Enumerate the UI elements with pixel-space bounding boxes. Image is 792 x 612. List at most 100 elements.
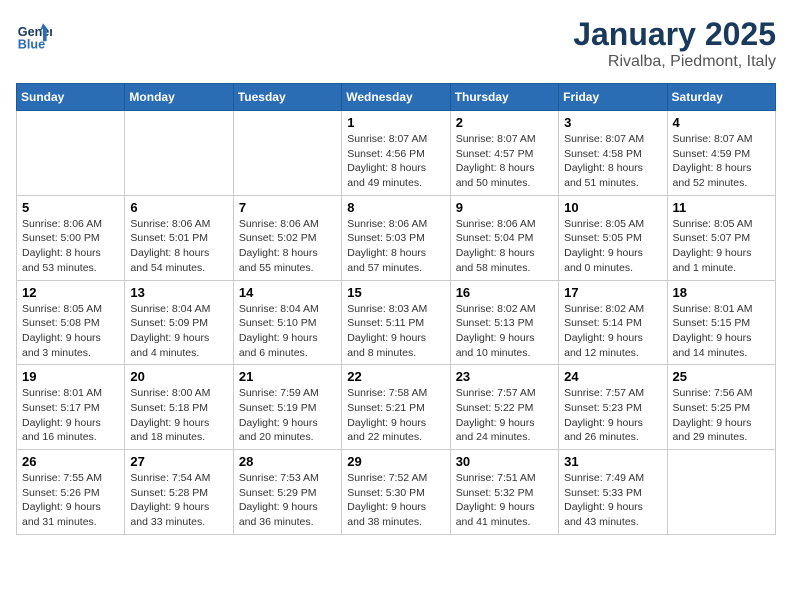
- day-info: Sunrise: 8:04 AM Sunset: 5:09 PM Dayligh…: [130, 302, 227, 361]
- day-number: 30: [456, 454, 553, 469]
- calendar-day-28: 28 Sunrise: 7:53 AM Sunset: 5:29 PM Dayli…: [233, 450, 341, 535]
- calendar-day-31: 31Sunrise: 7:49 AM Sunset: 5:33 PM Dayli…: [559, 450, 667, 535]
- day-number: 20: [130, 369, 227, 384]
- calendar-day-26: 26Sunrise: 7:55 AM Sunset: 5:26 PM Dayli…: [17, 450, 125, 535]
- logo: General Blue: [16, 16, 52, 52]
- day-number: 23: [456, 369, 553, 384]
- calendar-day-15: 15 Sunrise: 8:03 AM Sunset: 5:11 PM Dayli…: [342, 280, 450, 365]
- calendar-day-20: 20 Sunrise: 8:00 AM Sunset: 5:18 PM Dayli…: [125, 365, 233, 450]
- day-info: Sunrise: 7:58 AM Sunset: 5:21 PM Dayligh…: [347, 386, 444, 445]
- calendar-day-17: 17 Sunrise: 8:02 AM Sunset: 5:14 PM Dayli…: [559, 280, 667, 365]
- day-number: 6: [130, 200, 227, 215]
- calendar-day-30: 30 Sunrise: 7:51 AM Sunset: 5:32 PM Dayli…: [450, 450, 558, 535]
- col-header-monday: Monday: [125, 84, 233, 111]
- day-info: Sunrise: 7:55 AM Sunset: 5:26 PM Dayligh…: [22, 471, 119, 530]
- location: Rivalba, Piedmont, Italy: [573, 53, 776, 71]
- day-number: 4: [673, 115, 770, 130]
- calendar-day-24: 24 Sunrise: 7:57 AM Sunset: 5:23 PM Dayli…: [559, 365, 667, 450]
- logo-icon: General Blue: [16, 16, 52, 52]
- calendar-empty-cell: [233, 111, 341, 196]
- day-number: 16: [456, 285, 553, 300]
- calendar-day-21: 21 Sunrise: 7:59 AM Sunset: 5:19 PM Dayli…: [233, 365, 341, 450]
- day-number: 22: [347, 369, 444, 384]
- day-info: Sunrise: 8:05 AM Sunset: 5:07 PM Dayligh…: [673, 217, 770, 276]
- title-block: January 2025 Rivalba, Piedmont, Italy: [573, 16, 776, 71]
- col-header-wednesday: Wednesday: [342, 84, 450, 111]
- day-info: Sunrise: 8:07 AM Sunset: 4:56 PM Dayligh…: [347, 132, 444, 191]
- calendar-day-16: 16 Sunrise: 8:02 AM Sunset: 5:13 PM Dayli…: [450, 280, 558, 365]
- day-number: 5: [22, 200, 119, 215]
- col-header-thursday: Thursday: [450, 84, 558, 111]
- calendar-empty-cell: [667, 450, 775, 535]
- calendar-day-2: 2 Sunrise: 8:07 AM Sunset: 4:57 PM Daylig…: [450, 111, 558, 196]
- calendar-day-4: 4 Sunrise: 8:07 AM Sunset: 4:59 PM Daylig…: [667, 111, 775, 196]
- day-info: Sunrise: 8:05 AM Sunset: 5:08 PM Dayligh…: [22, 302, 119, 361]
- day-info: Sunrise: 8:04 AM Sunset: 5:10 PM Dayligh…: [239, 302, 336, 361]
- day-info: Sunrise: 8:07 AM Sunset: 4:59 PM Dayligh…: [673, 132, 770, 191]
- month-title: January 2025: [573, 16, 776, 53]
- calendar-day-7: 7Sunrise: 8:06 AM Sunset: 5:02 PM Daylig…: [233, 195, 341, 280]
- day-number: 1: [347, 115, 444, 130]
- calendar-day-22: 22 Sunrise: 7:58 AM Sunset: 5:21 PM Dayli…: [342, 365, 450, 450]
- day-info: Sunrise: 7:51 AM Sunset: 5:32 PM Dayligh…: [456, 471, 553, 530]
- day-info: Sunrise: 7:54 AM Sunset: 5:28 PM Dayligh…: [130, 471, 227, 530]
- day-info: Sunrise: 8:06 AM Sunset: 5:04 PM Dayligh…: [456, 217, 553, 276]
- calendar-empty-cell: [17, 111, 125, 196]
- calendar-day-29: 29 Sunrise: 7:52 AM Sunset: 5:30 PM Dayli…: [342, 450, 450, 535]
- day-number: 29: [347, 454, 444, 469]
- calendar-day-11: 11Sunrise: 8:05 AM Sunset: 5:07 PM Dayli…: [667, 195, 775, 280]
- day-number: 15: [347, 285, 444, 300]
- calendar-day-9: 9 Sunrise: 8:06 AM Sunset: 5:04 PM Daylig…: [450, 195, 558, 280]
- day-number: 9: [456, 200, 553, 215]
- day-number: 27: [130, 454, 227, 469]
- calendar-day-19: 19 Sunrise: 8:01 AM Sunset: 5:17 PM Dayli…: [17, 365, 125, 450]
- day-info: Sunrise: 7:57 AM Sunset: 5:22 PM Dayligh…: [456, 386, 553, 445]
- calendar-day-10: 10Sunrise: 8:05 AM Sunset: 5:05 PM Dayli…: [559, 195, 667, 280]
- day-number: 19: [22, 369, 119, 384]
- calendar-week-row: 19 Sunrise: 8:01 AM Sunset: 5:17 PM Dayli…: [17, 365, 776, 450]
- day-number: 24: [564, 369, 661, 384]
- calendar-week-row: 12Sunrise: 8:05 AM Sunset: 5:08 PM Dayli…: [17, 280, 776, 365]
- day-info: Sunrise: 8:06 AM Sunset: 5:03 PM Dayligh…: [347, 217, 444, 276]
- day-info: Sunrise: 7:59 AM Sunset: 5:19 PM Dayligh…: [239, 386, 336, 445]
- day-number: 14: [239, 285, 336, 300]
- col-header-saturday: Saturday: [667, 84, 775, 111]
- calendar-week-row: 5 Sunrise: 8:06 AM Sunset: 5:00 PM Daylig…: [17, 195, 776, 280]
- svg-text:Blue: Blue: [18, 37, 45, 51]
- calendar-day-27: 27 Sunrise: 7:54 AM Sunset: 5:28 PM Dayli…: [125, 450, 233, 535]
- day-number: 13: [130, 285, 227, 300]
- calendar-day-6: 6Sunrise: 8:06 AM Sunset: 5:01 PM Daylig…: [125, 195, 233, 280]
- day-info: Sunrise: 8:03 AM Sunset: 5:11 PM Dayligh…: [347, 302, 444, 361]
- page-header: General Blue January 2025 Rivalba, Piedm…: [16, 16, 776, 71]
- calendar-empty-cell: [125, 111, 233, 196]
- day-info: Sunrise: 8:01 AM Sunset: 5:17 PM Dayligh…: [22, 386, 119, 445]
- day-number: 10: [564, 200, 661, 215]
- day-number: 17: [564, 285, 661, 300]
- col-header-tuesday: Tuesday: [233, 84, 341, 111]
- calendar-day-14: 14 Sunrise: 8:04 AM Sunset: 5:10 PM Dayli…: [233, 280, 341, 365]
- day-info: Sunrise: 7:57 AM Sunset: 5:23 PM Dayligh…: [564, 386, 661, 445]
- calendar-week-row: 1 Sunrise: 8:07 AM Sunset: 4:56 PM Daylig…: [17, 111, 776, 196]
- calendar-day-8: 8 Sunrise: 8:06 AM Sunset: 5:03 PM Daylig…: [342, 195, 450, 280]
- calendar-day-18: 18Sunrise: 8:01 AM Sunset: 5:15 PM Dayli…: [667, 280, 775, 365]
- calendar-day-3: 3Sunrise: 8:07 AM Sunset: 4:58 PM Daylig…: [559, 111, 667, 196]
- day-info: Sunrise: 8:06 AM Sunset: 5:00 PM Dayligh…: [22, 217, 119, 276]
- calendar-day-5: 5 Sunrise: 8:06 AM Sunset: 5:00 PM Daylig…: [17, 195, 125, 280]
- calendar-day-23: 23 Sunrise: 7:57 AM Sunset: 5:22 PM Dayli…: [450, 365, 558, 450]
- day-number: 8: [347, 200, 444, 215]
- day-info: Sunrise: 8:07 AM Sunset: 4:57 PM Dayligh…: [456, 132, 553, 191]
- day-number: 21: [239, 369, 336, 384]
- day-number: 3: [564, 115, 661, 130]
- day-info: Sunrise: 7:53 AM Sunset: 5:29 PM Dayligh…: [239, 471, 336, 530]
- day-info: Sunrise: 7:49 AM Sunset: 5:33 PM Dayligh…: [564, 471, 661, 530]
- day-info: Sunrise: 8:02 AM Sunset: 5:13 PM Dayligh…: [456, 302, 553, 361]
- day-number: 25: [673, 369, 770, 384]
- day-info: Sunrise: 8:02 AM Sunset: 5:14 PM Dayligh…: [564, 302, 661, 361]
- day-info: Sunrise: 7:56 AM Sunset: 5:25 PM Dayligh…: [673, 386, 770, 445]
- day-info: Sunrise: 8:00 AM Sunset: 5:18 PM Dayligh…: [130, 386, 227, 445]
- day-info: Sunrise: 7:52 AM Sunset: 5:30 PM Dayligh…: [347, 471, 444, 530]
- day-number: 2: [456, 115, 553, 130]
- day-number: 28: [239, 454, 336, 469]
- col-header-friday: Friday: [559, 84, 667, 111]
- calendar-week-row: 26Sunrise: 7:55 AM Sunset: 5:26 PM Dayli…: [17, 450, 776, 535]
